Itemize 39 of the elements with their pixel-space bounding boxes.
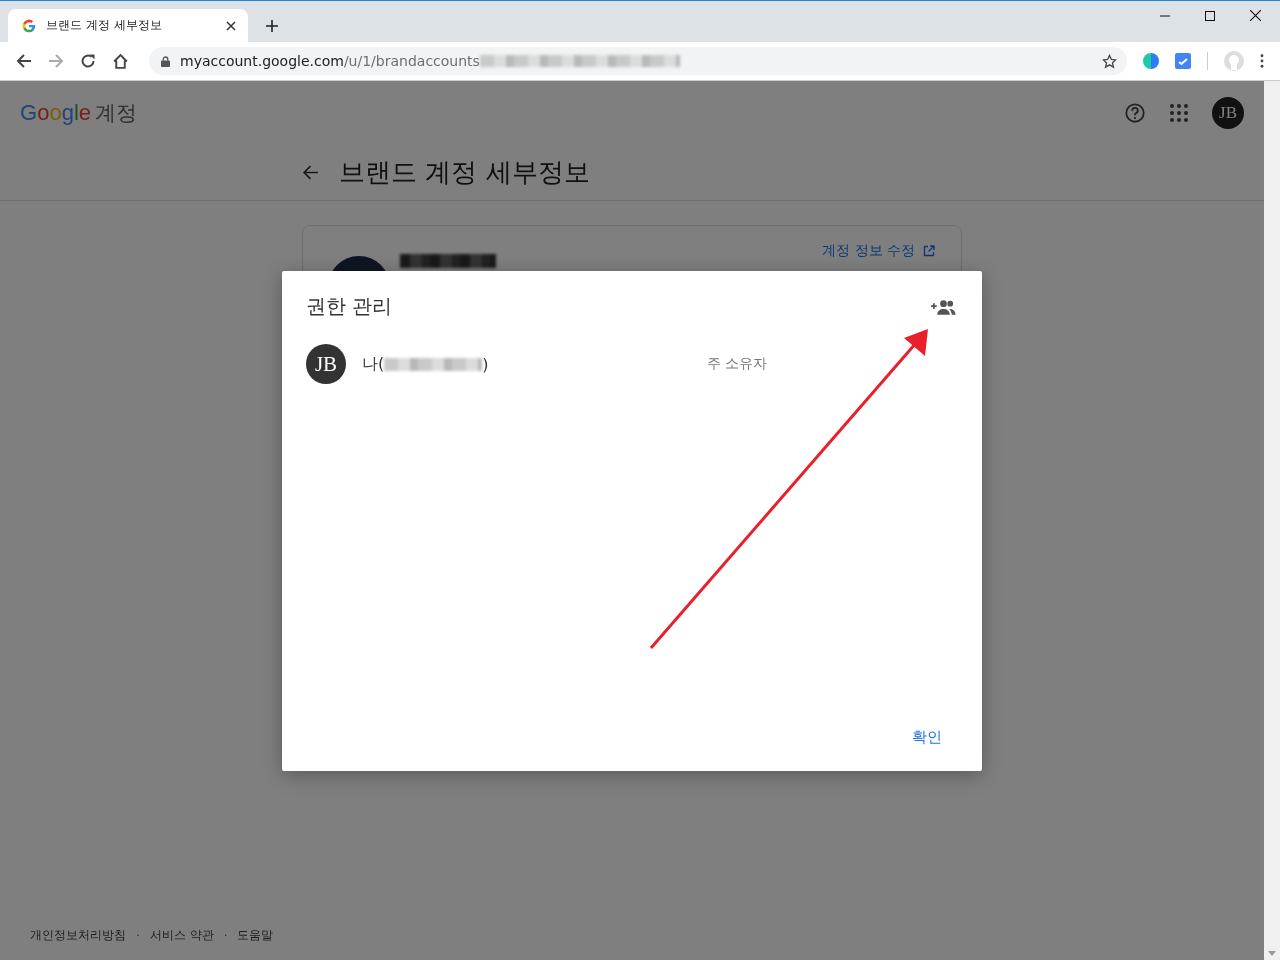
apps-grid-icon[interactable]	[1170, 104, 1188, 122]
account-avatar[interactable]: JB	[1212, 97, 1244, 129]
edit-account-link[interactable]: 계정 정보 수정	[822, 242, 935, 260]
tab-title: 브랜드 계정 세부정보	[46, 17, 163, 34]
separator-dot: ·	[223, 928, 228, 943]
footer-link[interactable]: 서비스 약관	[149, 927, 214, 944]
product-name: 계정	[95, 100, 137, 127]
star-icon[interactable]	[1102, 53, 1117, 69]
maximize-icon[interactable]	[1205, 10, 1215, 21]
page-title: 브랜드 계정 세부정보	[339, 156, 590, 189]
close-icon[interactable]	[226, 20, 236, 31]
new-tab-icon[interactable]	[266, 20, 278, 32]
lock-icon	[161, 55, 170, 67]
reload-icon[interactable]	[80, 53, 96, 69]
extension-icon[interactable]	[1143, 53, 1159, 69]
separator-dot: ·	[136, 928, 140, 943]
scrollbar[interactable]	[1264, 81, 1280, 960]
confirm-button[interactable]: 확인	[898, 722, 956, 753]
footer-link[interactable]: 개인정보처리방침	[30, 927, 126, 944]
google-logo[interactable]: Google	[20, 100, 91, 126]
home-icon[interactable]	[112, 52, 129, 70]
browser-tab[interactable]: 브랜드 계정 세부정보	[8, 9, 248, 42]
footer-link[interactable]: 도움말	[237, 927, 274, 944]
menu-icon[interactable]	[1260, 54, 1264, 68]
close-icon[interactable]	[1250, 10, 1261, 21]
back-icon[interactable]	[16, 53, 32, 69]
member-name: 나(	[362, 353, 385, 375]
google-g-icon	[22, 18, 36, 33]
help-icon[interactable]	[1124, 102, 1146, 124]
extension-icon[interactable]	[1175, 53, 1191, 69]
url-text: myaccount.google.com/u/1/brandaccounts	[180, 53, 480, 69]
add-person-icon[interactable]	[931, 298, 956, 315]
dialog-title: 권한 관리	[306, 293, 393, 320]
address-bar[interactable]: myaccount.google.com/u/1/brandaccounts	[149, 47, 1127, 75]
external-link-icon	[923, 245, 935, 257]
member-name: )	[482, 354, 489, 374]
back-arrow-icon[interactable]	[302, 164, 319, 181]
member-role: 주 소유자	[706, 355, 767, 373]
member-avatar: JB	[306, 344, 346, 384]
